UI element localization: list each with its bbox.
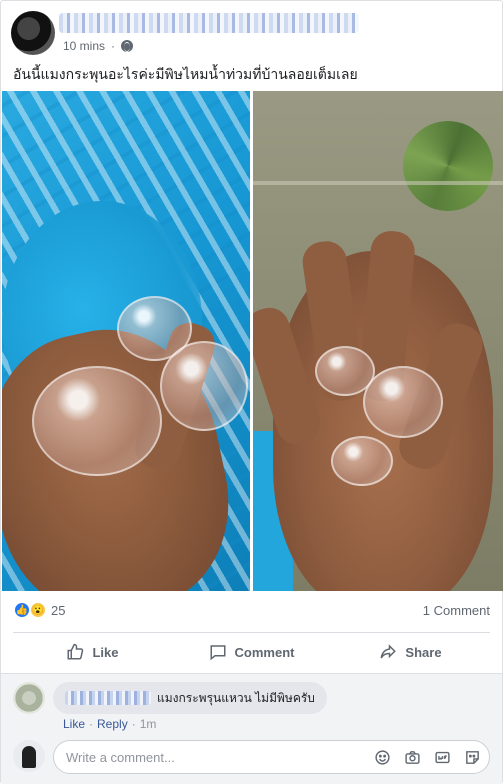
comment-label: Comment [234,644,295,660]
reaction-count: 25 [51,602,66,618]
current-user-avatar [13,740,45,772]
sticker-icon[interactable] [463,748,481,766]
comment-icon [210,645,226,661]
comment-count-link[interactable]: 1 Comment [423,603,490,618]
post-actions-bar: Like Comment Share [13,633,490,671]
commenter-name-redacted[interactable] [65,691,151,705]
reaction-summary[interactable]: 👍 😮 25 [13,601,65,619]
emoji-icon[interactable] [373,748,391,766]
post-header: 10 mins · อันนี้แมงกระพุนอะไรค่ะมีพิษไหม… [1,1,502,89]
post-photos [2,91,503,591]
globe-icon[interactable] [121,40,134,52]
facebook-post: 10 mins · อันนี้แมงกระพุนอะไรค่ะมีพิษไหม… [0,0,503,784]
thumbs-up-icon [67,643,84,660]
like-button[interactable]: Like [13,633,172,671]
author-name-redacted[interactable] [59,13,359,33]
post-meta: 10 mins · [63,39,134,53]
comment-time[interactable]: 1m [140,717,157,731]
wow-reaction-icon: 😮 [29,601,47,619]
author-avatar[interactable] [11,11,55,55]
write-comment-input[interactable]: Write a comment... [53,740,490,774]
comment-input-tools [373,748,481,766]
share-arrow-icon [380,644,397,659]
comment-text: แมงกระพรุนแหวน ไม่มีพิษครับ [157,690,315,705]
write-comment-placeholder: Write a comment... [66,750,175,765]
comment-like-link[interactable]: Like [63,717,85,731]
photo-basket-jellyfish[interactable] [2,91,250,591]
camera-icon[interactable] [403,748,421,766]
post-text: อันนี้แมงกระพุนอะไรค่ะมีพิษไหมน้ำท่วมที่… [13,66,358,82]
comment-meta: Like · Reply · 1m [63,717,157,731]
comment-bubble: แมงกระพรุนแหวน ไม่มีพิษครับ [53,682,327,714]
post-timestamp[interactable]: 10 mins [63,39,105,53]
like-label: Like [92,644,119,660]
share-button[interactable]: Share [331,633,490,671]
share-label: Share [405,644,442,660]
gif-icon[interactable] [433,748,451,766]
comments-section: แมงกระพรุนแหวน ไม่มีพิษครับ Like · Reply… [1,673,502,784]
photo-flood-jellyfish[interactable] [253,91,503,591]
comment-button[interactable]: Comment [172,633,331,671]
commenter-avatar[interactable] [13,682,45,714]
comment-reply-link[interactable]: Reply [97,717,128,731]
